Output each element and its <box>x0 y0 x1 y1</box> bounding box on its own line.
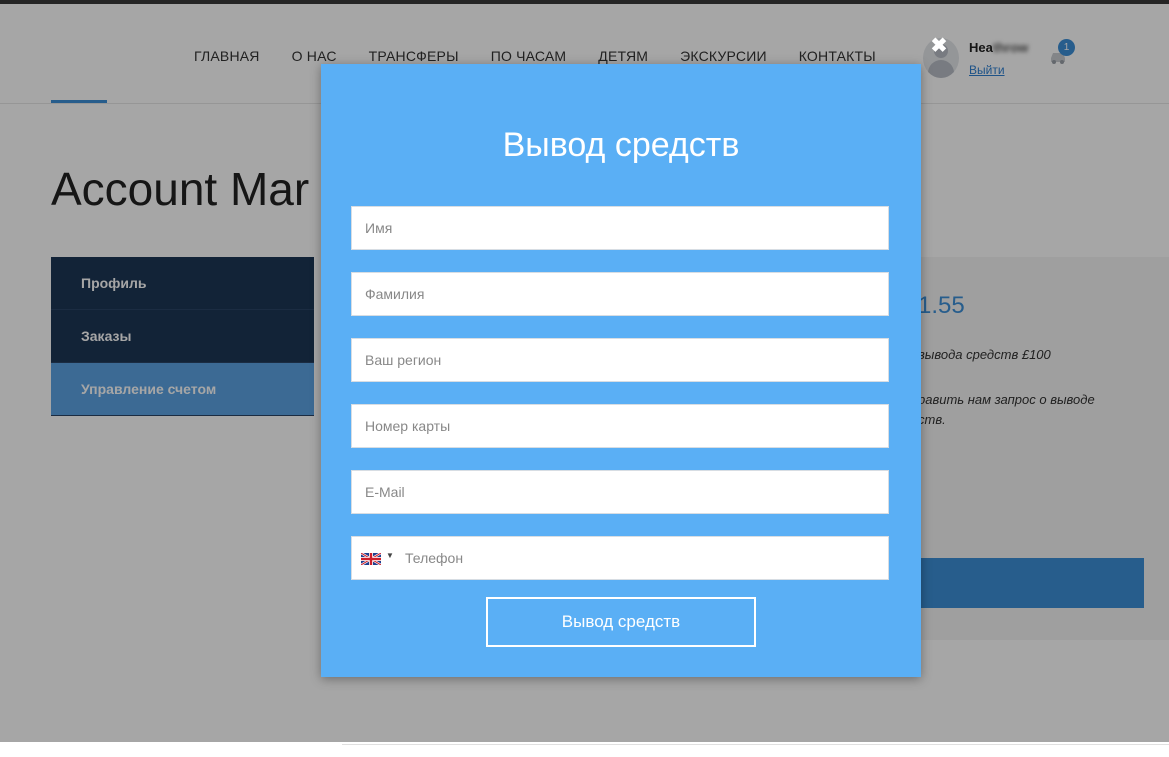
phone-field: ▼ <box>351 536 889 580</box>
first-name-field <box>351 206 889 250</box>
footer-divider <box>342 744 1169 745</box>
email-input[interactable] <box>352 471 888 513</box>
close-icon[interactable]: ✖ <box>929 36 949 56</box>
last-name-input[interactable] <box>352 273 888 315</box>
first-name-input[interactable] <box>352 207 888 249</box>
withdraw-modal: Вывод средств ▼ Вывод средств <box>321 64 921 677</box>
phone-input[interactable] <box>352 537 888 579</box>
last-name-field <box>351 272 889 316</box>
card-number-field <box>351 404 889 448</box>
region-field <box>351 338 889 382</box>
modal-title: Вывод средств <box>502 126 740 164</box>
email-field <box>351 470 889 514</box>
card-number-input[interactable] <box>352 405 888 447</box>
withdraw-submit-button[interactable]: Вывод средств <box>486 597 756 647</box>
region-input[interactable] <box>352 339 888 381</box>
